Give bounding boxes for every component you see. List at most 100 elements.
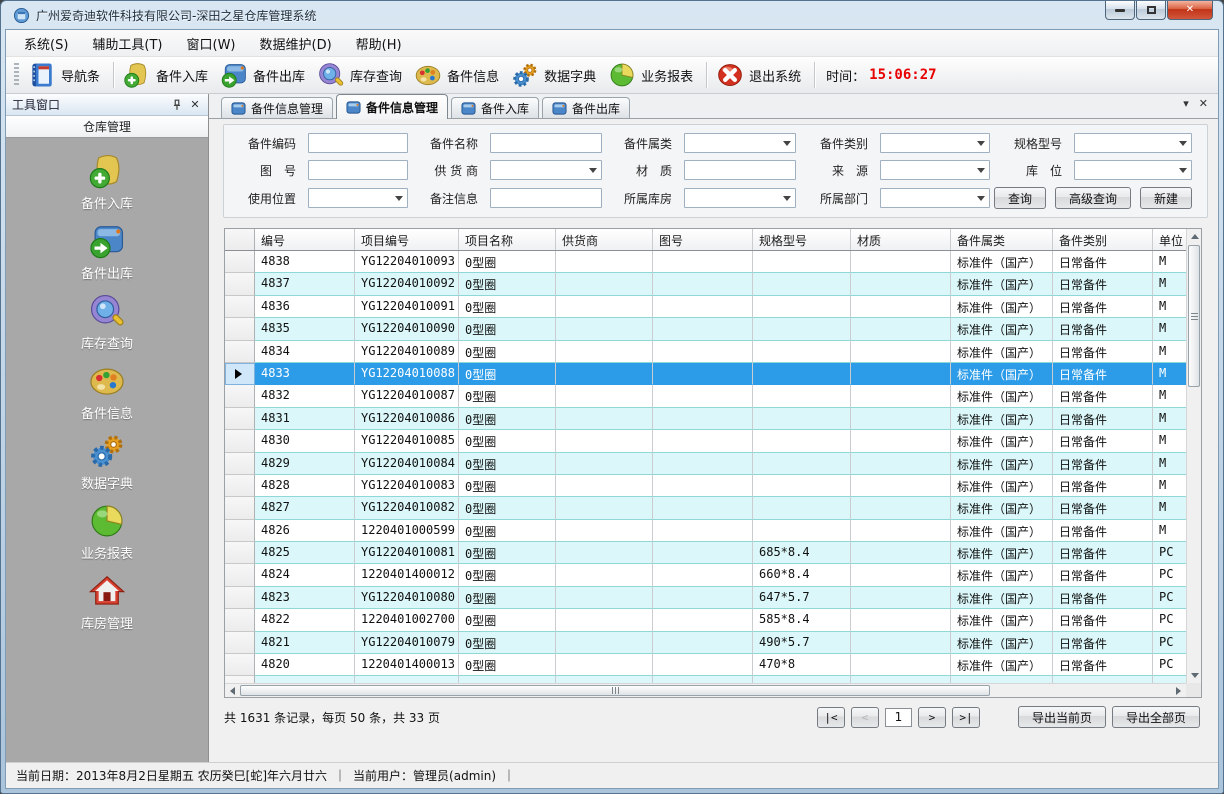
scroll-down-button[interactable] [1187, 668, 1202, 683]
tab-parts-in[interactable]: 备件入库 [451, 97, 539, 118]
table-row[interactable]: 4827YG122040100820型圈标准件（国产）日常备件M [225, 497, 1186, 519]
part-name-field[interactable] [490, 133, 602, 153]
column-header-type[interactable]: 备件类别 [1053, 229, 1153, 250]
part-class-select[interactable] [684, 133, 796, 153]
column-header-spec[interactable]: 规格型号 [753, 229, 851, 250]
menu-system[interactable]: 系统(S) [14, 31, 78, 56]
table-row[interactable]: 4835YG122040100900型圈标准件（国产）日常备件M [225, 318, 1186, 340]
tab-close-button[interactable]: ✕ [1199, 98, 1208, 109]
warehouse-select[interactable] [684, 188, 796, 208]
table-cell-project_name: 0型圈 [459, 564, 556, 586]
scroll-up-button[interactable] [1187, 229, 1202, 244]
new-button[interactable]: 新建 [1140, 187, 1192, 209]
source-select-label: 来 源 [808, 162, 868, 179]
use-position-select[interactable] [308, 188, 408, 208]
column-header-project_name[interactable]: 项目名称 [459, 229, 556, 250]
inventory-query-button[interactable]: 库存查询 [313, 59, 410, 91]
scroll-right-button[interactable] [1171, 684, 1186, 697]
spec-model-select[interactable] [1074, 133, 1192, 153]
menu-help[interactable]: 帮助(H) [346, 31, 412, 56]
tab-list-dropdown[interactable]: ▾ [1183, 98, 1189, 109]
vertical-scroll-thumb[interactable] [1188, 245, 1200, 387]
column-header-category[interactable]: 备件属类 [951, 229, 1053, 250]
sidebar-parts-in[interactable]: 备件入库 [6, 152, 208, 212]
table-row[interactable]: 482012204014000130型圈470*8标准件（国产）日常备件PC [225, 654, 1186, 676]
query-button[interactable]: 查询 [994, 187, 1046, 209]
last-page-button[interactable]: >| [952, 707, 980, 728]
next-page-button[interactable]: > [918, 707, 946, 728]
column-header-supplier[interactable]: 供货商 [556, 229, 653, 250]
table-row[interactable]: 4832YG122040100870型圈标准件（国产）日常备件M [225, 385, 1186, 407]
prev-page-button[interactable]: < [851, 707, 879, 728]
pin-icon[interactable] [170, 98, 184, 112]
sidebar-parts-info[interactable]: 备件信息 [6, 362, 208, 422]
table-row[interactable]: 482412204014000120型圈660*8.4标准件（国产）日常备件PC [225, 564, 1186, 586]
first-page-button[interactable]: |< [817, 707, 845, 728]
department-select[interactable] [880, 188, 990, 208]
parts-in-button[interactable]: 备件入库 [119, 59, 216, 91]
menu-data-maintain[interactable]: 数据维护(D) [250, 31, 342, 56]
business-report-button[interactable]: 业务报表 [604, 59, 701, 91]
table-row[interactable]: 4837YG122040100920型圈标准件（国产）日常备件M [225, 273, 1186, 295]
drawing-no-field-label: 图 号 [234, 162, 296, 179]
table-row[interactable]: 4830YG122040100850型圈标准件（国产）日常备件M [225, 430, 1186, 452]
table-row[interactable]: 4834YG122040100890型圈标准件（国产）日常备件M [225, 341, 1186, 363]
table-row[interactable]: 4829YG122040100840型圈标准件（国产）日常备件M [225, 453, 1186, 475]
advanced-query-button[interactable]: 高级查询 [1055, 187, 1131, 209]
table-row[interactable]: 4833YG122040100880型圈标准件（国产）日常备件M [225, 363, 1186, 385]
column-header-project_no[interactable]: 项目编号 [355, 229, 459, 250]
table-row[interactable]: 4831YG122040100860型圈标准件（国产）日常备件M [225, 408, 1186, 430]
table-row[interactable]: 4836YG122040100910型圈标准件（国产）日常备件M [225, 296, 1186, 318]
table-row[interactable]: 4838YG122040100930型圈标准件（国产）日常备件M [225, 251, 1186, 273]
sidebar-business-report[interactable]: 业务报表 [6, 502, 208, 562]
sidebar-parts-out[interactable]: 备件出库 [6, 222, 208, 282]
source-select[interactable] [880, 160, 990, 180]
navbar-button[interactable]: 导航条 [24, 59, 108, 91]
remark-field[interactable] [490, 188, 602, 208]
table-cell-material [851, 385, 951, 407]
table-cell-supplier [556, 497, 653, 519]
location-select[interactable] [1074, 160, 1192, 180]
sidebar-data-dict[interactable]: 数据字典 [6, 432, 208, 492]
column-header-unit[interactable]: 单位 [1153, 229, 1186, 250]
maximize-button[interactable] [1136, 1, 1166, 20]
toolbar-grip[interactable] [14, 63, 19, 87]
menu-aux-tools[interactable]: 辅助工具(T) [82, 31, 172, 56]
table-row[interactable]: 482612204010005990型圈标准件（国产）日常备件M [225, 520, 1186, 542]
parts-out-button[interactable]: 备件出库 [216, 59, 313, 91]
page-number-input[interactable]: 1 [885, 708, 912, 727]
part-code-field[interactable] [308, 133, 408, 153]
table-row[interactable]: 4821YG122040100790型圈490*5.7标准件（国产）日常备件PC [225, 632, 1186, 654]
export-all-pages-button[interactable]: 导出全部页 [1112, 706, 1200, 728]
minimize-button[interactable] [1105, 1, 1135, 20]
close-button[interactable]: ✕ [1167, 1, 1213, 20]
part-category-select[interactable] [880, 133, 990, 153]
horizontal-scrollbar[interactable] [225, 683, 1186, 697]
scroll-left-button[interactable] [225, 684, 240, 697]
tab-parts-out[interactable]: 备件出库 [542, 97, 630, 118]
table-cell-drawing_no [653, 609, 753, 631]
parts-info-button[interactable]: 备件信息 [410, 59, 507, 91]
column-header-drawing_no[interactable]: 图号 [653, 229, 753, 250]
sidebar-inventory-query[interactable]: 库存查询 [6, 292, 208, 352]
table-row[interactable]: 482212204010027000型圈585*8.4标准件（国产）日常备件PC [225, 609, 1186, 631]
table-row[interactable]: 4828YG122040100830型圈标准件（国产）日常备件M [225, 475, 1186, 497]
material-field[interactable] [684, 160, 796, 180]
table-row[interactable]: 4825YG122040100810型圈685*8.4标准件（国产）日常备件PC [225, 542, 1186, 564]
close-icon[interactable]: ✕ [188, 98, 202, 112]
table-row-partial[interactable] [225, 676, 1186, 683]
tab-parts-info-mgmt-1[interactable]: 备件信息管理 [221, 97, 333, 118]
exit-system-button[interactable]: 退出系统 [712, 59, 809, 91]
menu-window[interactable]: 窗口(W) [177, 31, 246, 56]
vertical-scrollbar[interactable] [1186, 229, 1201, 683]
tab-parts-info-mgmt-2[interactable]: 备件信息管理 [336, 94, 448, 119]
drawing-no-field[interactable] [308, 160, 408, 180]
table-row[interactable]: 4823YG122040100800型圈647*5.7标准件（国产）日常备件PC [225, 587, 1186, 609]
data-dict-button[interactable]: 数据字典 [507, 59, 604, 91]
export-current-page-button[interactable]: 导出当前页 [1018, 706, 1106, 728]
column-header-material[interactable]: 材质 [851, 229, 951, 250]
column-header-id[interactable]: 编号 [255, 229, 355, 250]
horizontal-scroll-thumb[interactable] [240, 685, 990, 696]
sidebar-warehouse-mgmt[interactable]: 库房管理 [6, 572, 208, 632]
supplier-select[interactable] [490, 160, 602, 180]
